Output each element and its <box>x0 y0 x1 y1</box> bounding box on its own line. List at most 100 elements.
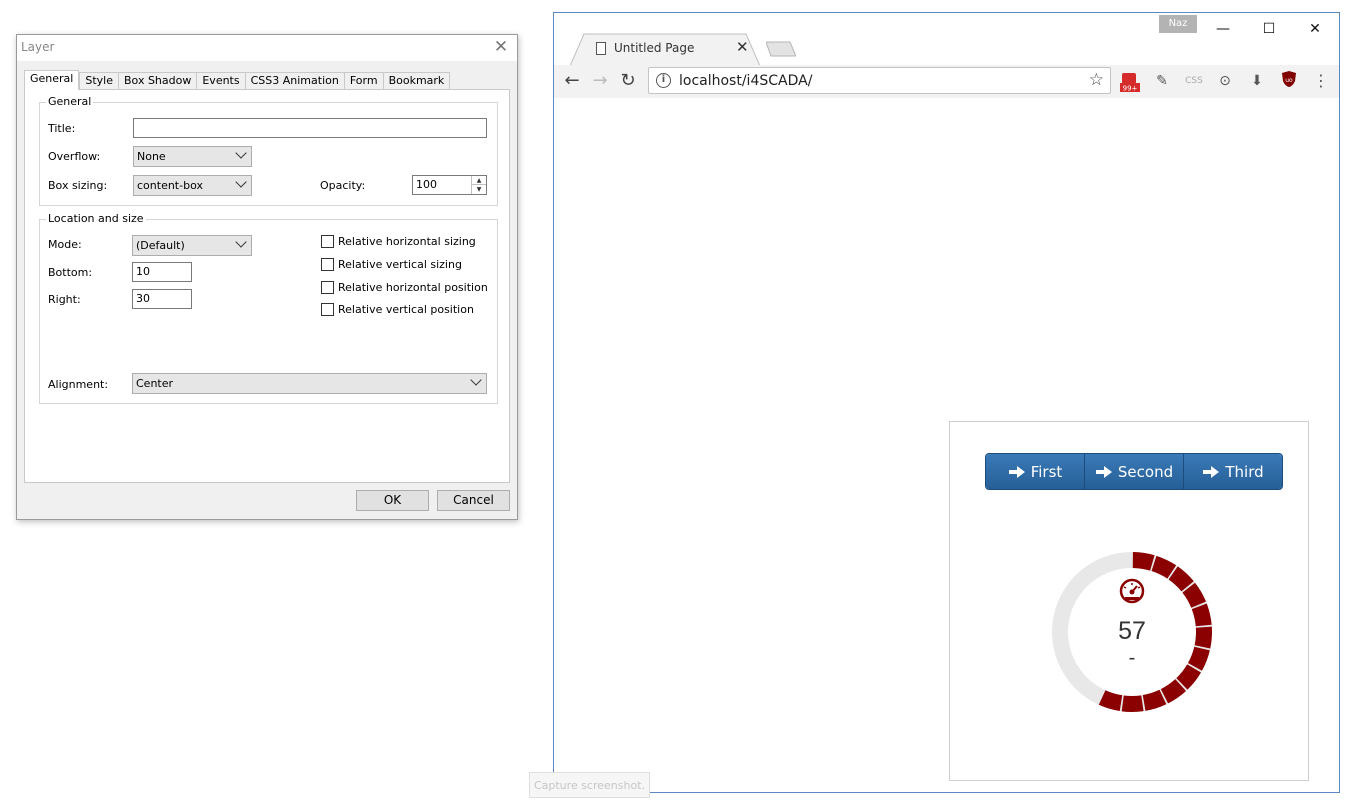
alignment-label: Alignment: <box>48 378 109 391</box>
back-icon[interactable]: ← <box>560 69 584 93</box>
checkbox-box[interactable] <box>321 303 334 316</box>
checkbox-label: Relative vertical sizing <box>338 258 462 271</box>
arrow-right-icon <box>1008 465 1025 478</box>
layer-dialog: Layer ✕ General Style Box Shadow Events … <box>16 34 518 520</box>
chevron-down-icon <box>235 147 247 159</box>
second-button-label: Second <box>1117 462 1174 481</box>
box-sizing-value: content-box <box>137 179 203 192</box>
cancel-button[interactable]: Cancel <box>437 490 510 511</box>
eyedropper-icon[interactable]: ✎ <box>1151 70 1173 92</box>
dialog-tabs: General Style Box Shadow Events CSS3 Ani… <box>24 70 451 90</box>
page-viewport: First Second Third 57 - <box>554 99 1339 792</box>
checkbox-box[interactable] <box>321 281 334 294</box>
window-close-icon[interactable]: ✕ <box>1292 17 1338 41</box>
ok-button[interactable]: OK <box>356 490 429 511</box>
first-button[interactable]: First <box>986 454 1085 489</box>
opacity-spinner[interactable]: 100 ▲ ▼ <box>412 175 487 195</box>
tab-bookmark[interactable]: Bookmark <box>382 72 451 89</box>
tab-general[interactable]: General <box>24 70 80 90</box>
right-input[interactable]: 30 <box>132 289 192 309</box>
relative-vertical-sizing-checkbox[interactable]: Relative vertical sizing <box>321 258 462 271</box>
tab-title: Untitled Page <box>614 41 695 55</box>
tab-close-icon[interactable]: ✕ <box>736 38 749 56</box>
general-group: General Title: Overflow: None Box sizing… <box>39 95 498 206</box>
bookmark-star-icon[interactable]: ☆ <box>1089 70 1104 90</box>
layer-container: First Second Third 57 - <box>949 421 1309 781</box>
first-button-label: First <box>1030 462 1063 481</box>
third-button-label: Third <box>1225 462 1264 481</box>
tab-events[interactable]: Events <box>196 72 245 89</box>
tab-form[interactable]: Form <box>343 72 383 89</box>
gauge-segment <box>1121 695 1144 712</box>
mode-label: Mode: <box>48 238 82 251</box>
forward-icon[interactable]: → <box>588 69 612 93</box>
browser-chrome: Naz — ☐ ✕ Untitled Page ✕ ← → ↻ i localh… <box>554 13 1339 98</box>
info-icon[interactable]: i <box>656 73 671 88</box>
chevron-down-icon <box>470 374 482 386</box>
third-button[interactable]: Third <box>1184 454 1282 489</box>
checkbox-label: Relative horizontal sizing <box>338 235 476 248</box>
tab-box-shadow[interactable]: Box Shadow <box>118 72 197 89</box>
box-sizing-select[interactable]: content-box <box>133 175 252 196</box>
opacity-label: Opacity: <box>320 179 366 192</box>
gauge-unit: - <box>1129 647 1136 669</box>
gauge-segment <box>1194 626 1212 649</box>
checkbox-box[interactable] <box>321 258 334 271</box>
checkbox-label: Relative horizontal position <box>338 281 488 294</box>
url-text[interactable]: localhost/i4SCADA/ <box>679 73 812 89</box>
right-label: Right: <box>48 293 81 306</box>
circular-gauge: 57 - <box>1052 552 1212 712</box>
spin-down-icon[interactable]: ▼ <box>472 185 486 194</box>
menu-kebab-icon[interactable]: ⋮ <box>1310 70 1332 92</box>
upload-circle-icon[interactable]: ⊙ <box>1214 70 1236 92</box>
general-group-label: General <box>46 95 94 108</box>
reload-icon[interactable]: ↻ <box>616 69 640 93</box>
checkbox-label: Relative vertical position <box>338 303 474 316</box>
relative-horizontal-sizing-checkbox[interactable]: Relative horizontal sizing <box>321 235 476 248</box>
checkbox-box[interactable] <box>321 235 334 248</box>
second-button[interactable]: Second <box>1085 454 1184 489</box>
relative-horizontal-position-checkbox[interactable]: Relative horizontal position <box>321 281 488 294</box>
page-icon <box>596 42 606 55</box>
svg-text:uo: uo <box>1285 77 1293 84</box>
title-input[interactable] <box>133 118 487 138</box>
tab-style[interactable]: Style <box>79 72 118 89</box>
spin-up-icon[interactable]: ▲ <box>472 176 486 185</box>
opacity-spin-buttons: ▲ ▼ <box>471 176 486 194</box>
extension-badge-count: 99+ <box>1123 85 1138 93</box>
speedometer-icon <box>1119 578 1145 604</box>
close-icon[interactable]: ✕ <box>491 37 511 57</box>
chevron-down-icon <box>235 176 247 188</box>
maximize-icon[interactable]: ☐ <box>1246 17 1292 41</box>
arrow-right-icon <box>1095 465 1112 478</box>
bottom-label: Bottom: <box>48 266 93 279</box>
minimize-icon[interactable]: — <box>1200 17 1246 41</box>
download-icon[interactable]: ⬇ <box>1246 70 1268 92</box>
overflow-value: None <box>137 150 166 163</box>
gauge-value: 57 <box>1118 617 1146 645</box>
alignment-select[interactable]: Center <box>132 373 487 394</box>
mode-select[interactable]: (Default) <box>132 235 252 256</box>
chevron-down-icon <box>235 236 247 248</box>
bottom-input[interactable]: 10 <box>132 262 192 282</box>
relative-vertical-position-checkbox[interactable]: Relative vertical position <box>321 303 474 316</box>
extension-badge-icon[interactable]: 99+ <box>1119 70 1141 93</box>
css-extension-icon[interactable]: CSS <box>1183 70 1205 92</box>
gauge-segments <box>1098 552 1212 712</box>
box-sizing-label: Box sizing: <box>48 179 108 192</box>
overflow-select[interactable]: None <box>133 146 252 167</box>
new-tab-button[interactable] <box>766 41 796 57</box>
browser-tab[interactable]: Untitled Page ✕ <box>570 33 760 66</box>
ublock-shield-icon[interactable]: uo <box>1278 70 1300 92</box>
location-group: Location and size Mode: (Default) Bottom… <box>39 212 498 404</box>
capture-screenshot-hint: Capture screenshot. <box>529 772 650 798</box>
profile-badge[interactable]: Naz <box>1159 15 1197 33</box>
alignment-value: Center <box>136 377 174 390</box>
mode-value: (Default) <box>136 239 185 252</box>
location-group-label: Location and size <box>46 212 146 225</box>
arrow-right-icon <box>1203 465 1220 478</box>
address-bar[interactable]: i localhost/i4SCADA/ ☆ <box>648 67 1111 94</box>
tab-strip: Naz — ☐ ✕ Untitled Page ✕ <box>554 13 1339 66</box>
tab-css3-animation[interactable]: CSS3 Animation <box>244 72 344 89</box>
dialog-titlebar: Layer ✕ <box>17 35 517 61</box>
